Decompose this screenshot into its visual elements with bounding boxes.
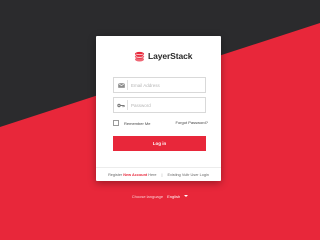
register-new-account-link[interactable]: New Account xyxy=(123,173,147,177)
language-selected: English xyxy=(167,193,181,199)
chevron-down-icon xyxy=(184,195,189,197)
language-selector: Choose language English xyxy=(0,192,320,200)
card-footer: Register New Account Here | Existing Vul… xyxy=(96,167,221,181)
forgot-password-link[interactable]: Forgot Password? xyxy=(176,120,208,125)
language-label: Choose language xyxy=(131,193,164,199)
password-field[interactable] xyxy=(113,97,206,113)
email-input[interactable] xyxy=(131,79,201,91)
envelope-icon xyxy=(115,78,127,92)
login-card: LayerStack Remember Me Forgot Pas xyxy=(96,36,221,181)
login-button[interactable]: Log in xyxy=(113,136,206,151)
register-prefix: Register xyxy=(108,172,123,177)
footer-divider: | xyxy=(161,172,163,177)
brand-logo: LayerStack xyxy=(134,50,192,62)
email-field-separator xyxy=(127,80,128,90)
password-input[interactable] xyxy=(131,99,201,111)
remember-me[interactable]: Remember Me xyxy=(113,119,150,127)
language-dropdown[interactable]: English xyxy=(167,193,189,199)
layerstack-logo-icon xyxy=(134,51,145,61)
existing-user-login-link[interactable]: Existing Vultr User Login xyxy=(167,173,208,177)
key-icon xyxy=(115,98,127,112)
brand-name: LayerStack xyxy=(148,51,193,61)
remember-me-label: Remember Me xyxy=(124,120,151,126)
email-field[interactable] xyxy=(113,77,206,93)
password-field-separator xyxy=(127,100,128,110)
register-suffix: Here xyxy=(148,172,157,177)
remember-me-checkbox[interactable] xyxy=(113,120,119,126)
